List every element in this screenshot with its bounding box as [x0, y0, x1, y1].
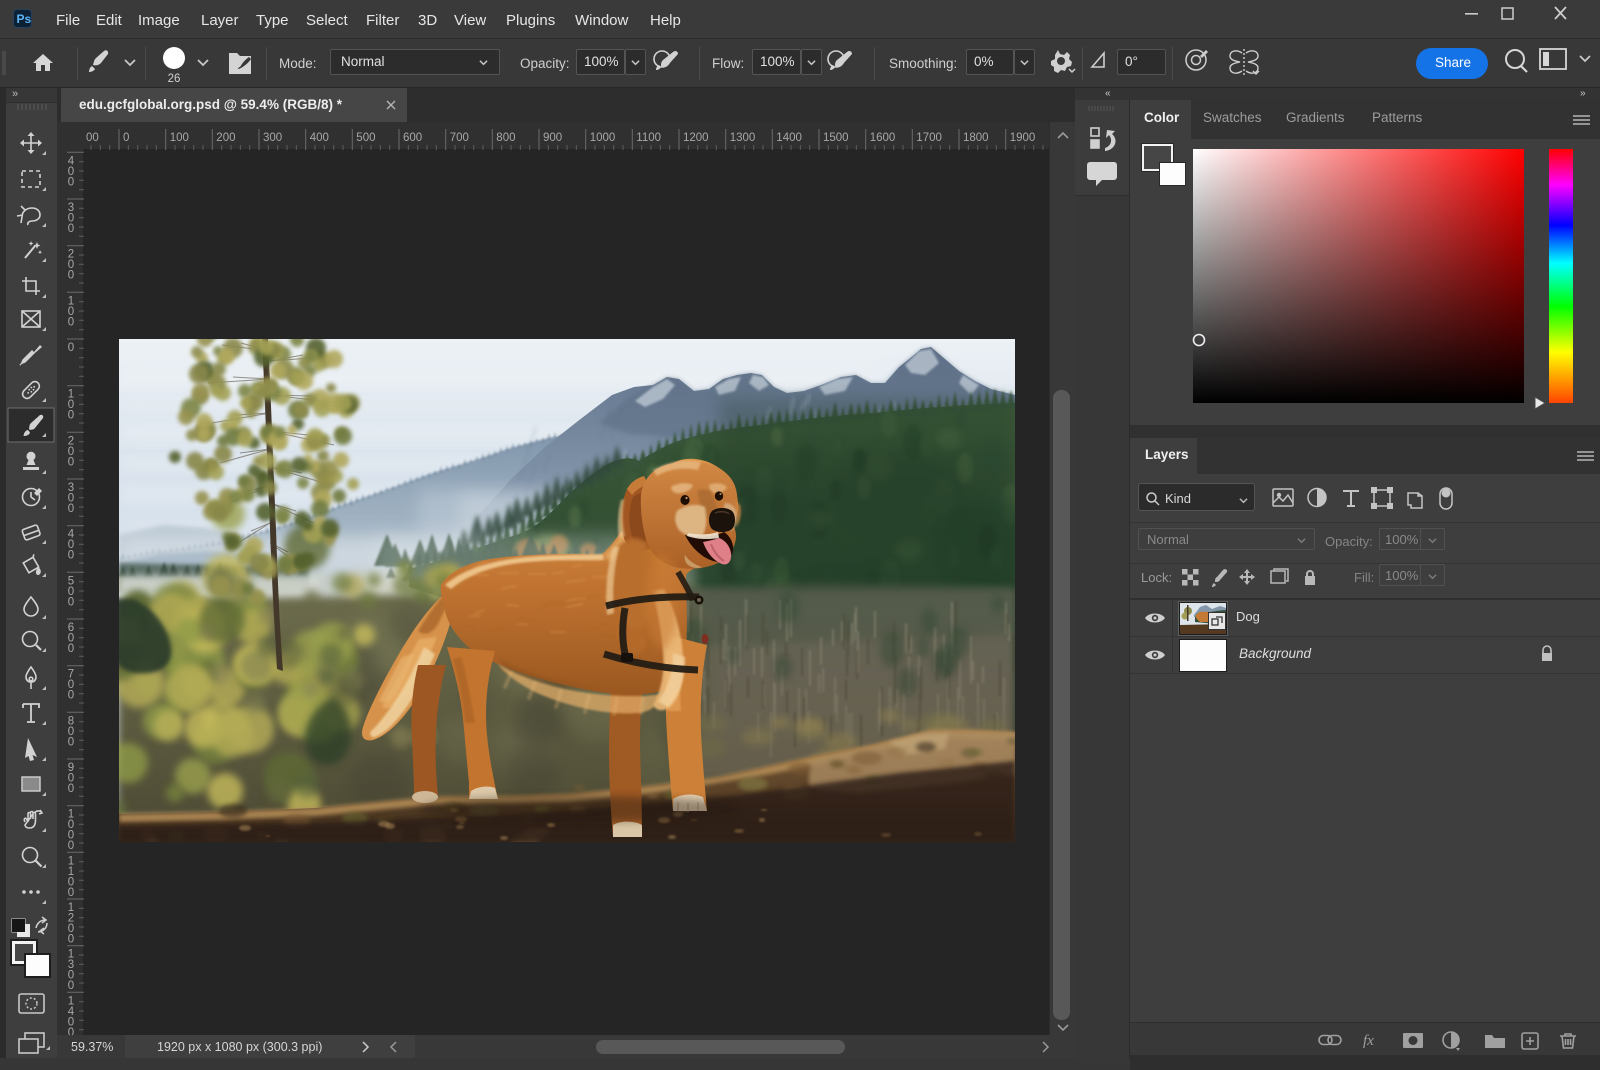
svg-text:0: 0 — [68, 176, 74, 188]
svg-text:700: 700 — [450, 132, 469, 144]
svg-text:900: 900 — [543, 132, 562, 144]
svg-text:1700: 1700 — [916, 132, 942, 144]
svg-text:0: 0 — [68, 596, 74, 608]
svg-text:800: 800 — [496, 132, 515, 144]
svg-text:0: 0 — [68, 643, 74, 655]
svg-text:100: 100 — [170, 132, 189, 144]
svg-text:0: 0 — [68, 223, 74, 235]
svg-text:1000: 1000 — [590, 132, 616, 144]
svg-text:1400: 1400 — [776, 132, 802, 144]
svg-text:500: 500 — [356, 132, 375, 144]
svg-text:1100: 1100 — [636, 132, 661, 144]
svg-text:200: 200 — [216, 132, 235, 144]
svg-text:0: 0 — [68, 550, 74, 562]
svg-text:1800: 1800 — [963, 132, 989, 144]
svg-text:1600: 1600 — [870, 132, 896, 144]
svg-text:400: 400 — [310, 132, 329, 144]
svg-text:00: 00 — [86, 132, 99, 144]
svg-text:1200: 1200 — [683, 132, 709, 144]
svg-text:300: 300 — [263, 132, 282, 144]
svg-text:»: » — [12, 88, 18, 100]
svg-text:0: 0 — [68, 456, 74, 468]
svg-text:0: 0 — [68, 934, 74, 946]
svg-text:0: 0 — [68, 887, 74, 899]
svg-text:600: 600 — [403, 132, 422, 144]
svg-text:0: 0 — [68, 980, 74, 992]
svg-text:26: 26 — [168, 73, 181, 85]
svg-text:0: 0 — [68, 503, 74, 515]
svg-text:0: 0 — [123, 132, 129, 144]
svg-text:fx: fx — [1363, 1033, 1374, 1049]
svg-text:1900: 1900 — [1010, 132, 1036, 144]
svg-text:1500: 1500 — [823, 132, 849, 144]
svg-text:0: 0 — [68, 410, 74, 422]
svg-text:1300: 1300 — [730, 132, 756, 144]
svg-text:0: 0 — [68, 783, 74, 795]
svg-text:0: 0 — [68, 736, 74, 748]
svg-text:0: 0 — [68, 316, 74, 328]
svg-text:0: 0 — [68, 840, 74, 852]
svg-text:0: 0 — [68, 270, 74, 282]
svg-text:0: 0 — [68, 342, 74, 354]
svg-text:0: 0 — [68, 690, 74, 702]
